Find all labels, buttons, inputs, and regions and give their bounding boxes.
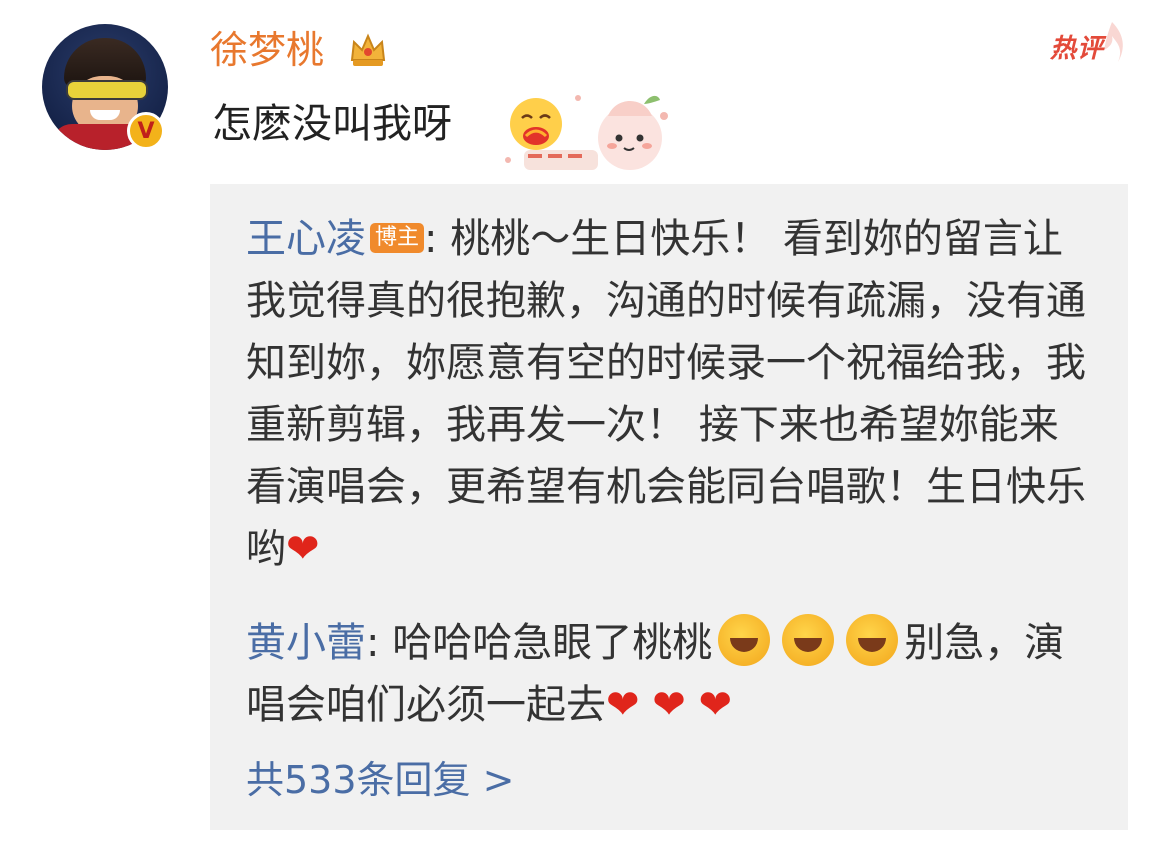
comment-text: 怎麽没叫我呀 (212, 101, 452, 147)
reply-author-name[interactable]: 王心凌 (246, 216, 366, 262)
heart-emoji-icon: ❤ (286, 526, 320, 572)
reply-item: 黄小蕾: 哈哈哈急眼了桃桃 别急，演唱会咱们必须一起去❤ ❤ ❤ (246, 612, 1096, 736)
hug-emoji-icon (510, 98, 562, 150)
reply-item: 王心凌 博主: 桃桃～生日快乐！ 看到妳的留言让我觉得真的很抱歉，沟通的时候有疏漏… (246, 208, 1096, 580)
reply-content: : 哈哈哈急眼了桃桃 (366, 620, 713, 666)
heart-emoji-icon: ❤ (685, 682, 732, 728)
reply-content: : 桃桃～生日快乐！ 看到妳的留言让我觉得真的很抱歉，沟通的时候有疏漏，没有通知… (246, 216, 1086, 572)
author-tag-badge: 博主 (370, 223, 425, 253)
laugh-cry-emoji-icon (782, 614, 835, 666)
reply-author-name[interactable]: 黄小蕾 (246, 620, 366, 666)
crown-icon (350, 33, 386, 66)
heart-emoji-icon: ❤ (606, 682, 640, 728)
hot-comment-label: 热评 (1050, 34, 1105, 64)
comment-username[interactable]: 徐梦桃 (210, 24, 324, 76)
verified-badge-icon: V (127, 112, 165, 150)
more-replies-link[interactable]: 共533条回复 > (246, 752, 514, 808)
laugh-cry-emoji-icon (846, 614, 899, 666)
heart-emoji-icon: ❤ (639, 682, 686, 728)
laugh-cry-emoji-icon (718, 614, 771, 666)
